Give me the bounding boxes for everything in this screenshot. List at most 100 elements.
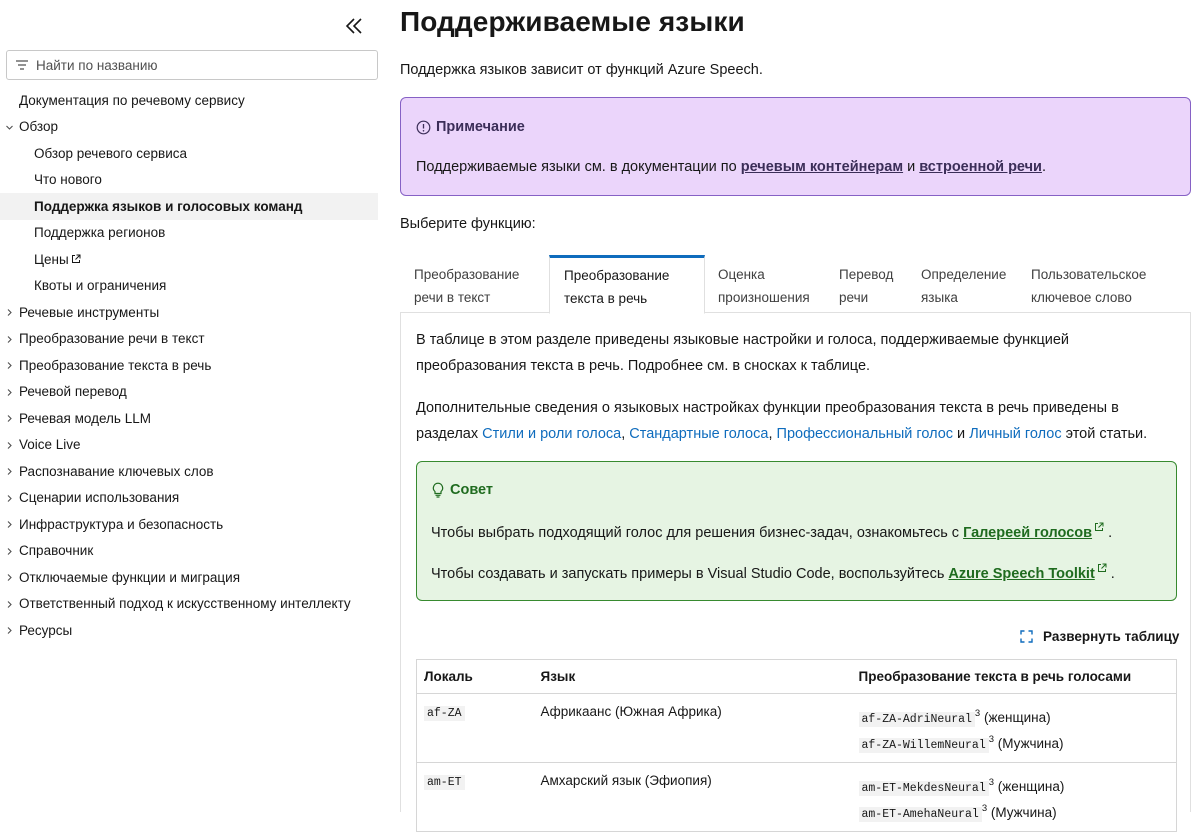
voice-name: am-ET-MekdesNeural bbox=[858, 781, 989, 796]
sidebar-item[interactable]: Ресурсы bbox=[0, 617, 378, 644]
chevron-right-icon bbox=[7, 441, 12, 449]
sidebar-item[interactable]: Цены bbox=[0, 246, 378, 273]
column-header-voices: Преобразование текста в речь голосами bbox=[851, 659, 1177, 694]
intro-text: Поддержка языков зависит от функций Azur… bbox=[400, 62, 763, 78]
sidebar-item-label: Сценарии использования bbox=[19, 490, 180, 506]
sidebar-item[interactable]: Что нового bbox=[0, 167, 378, 194]
sidebar-item-label: Справочник bbox=[19, 543, 94, 559]
note-text-before: Поддерживаемые языки см. в документации … bbox=[416, 159, 741, 175]
p2-text-after: этой статьи. bbox=[1061, 426, 1148, 442]
expand-icon bbox=[1020, 630, 1033, 643]
chevron-right-icon bbox=[7, 521, 12, 528]
locale-code: am-ET bbox=[424, 775, 465, 790]
filter-icon bbox=[16, 60, 28, 70]
sidebar-item[interactable]: Распознавание ключевых слов bbox=[0, 458, 378, 485]
chevron-right-icon bbox=[7, 574, 12, 581]
tab-label-line2: языка bbox=[921, 290, 958, 305]
panel-paragraph-1: В таблице в этом разделе приведены языко… bbox=[416, 332, 1070, 374]
chevron-right-icon bbox=[7, 388, 12, 396]
sidebar-item[interactable]: Документация по речевому сервису bbox=[0, 87, 378, 114]
sidebar-item[interactable]: Справочник bbox=[0, 538, 378, 565]
voice-styles-link[interactable]: Стили и роли голоса bbox=[482, 426, 621, 442]
sidebar-item-label: Поддержка регионов bbox=[34, 225, 166, 241]
info-icon bbox=[416, 120, 431, 134]
sidebar-item-label: Voice Live bbox=[19, 437, 81, 453]
sidebar-item[interactable]: Речевые инструменты bbox=[0, 299, 378, 326]
sidebar-item-label: Квоты и ограничения bbox=[34, 278, 167, 294]
note-title-label: Примечание bbox=[436, 119, 525, 135]
voice-name: am-ET-AmehaNeural bbox=[858, 807, 982, 822]
tip-line1-after: . bbox=[1104, 525, 1113, 541]
sidebar: Документация по речевому сервису Обзор Обз… bbox=[0, 0, 386, 806]
voices-cell: am-ET-MekdesNeural 3 (женщина) am-ET-Ameh… bbox=[851, 762, 1177, 832]
embedded-speech-link[interactable]: встроенной речи bbox=[919, 159, 1042, 175]
search-input[interactable] bbox=[36, 57, 366, 73]
sidebar-item[interactable]: Voice Live bbox=[0, 432, 378, 459]
voice-entry: af-ZA-AdriNeural 3 (женщина) bbox=[858, 704, 1170, 730]
sidebar-item[interactable]: Речевой перевод bbox=[0, 379, 378, 406]
language-cell: Амхарский язык (Эфиопия) bbox=[533, 762, 852, 832]
sidebar-item[interactable]: Обзор речевого сервиса bbox=[0, 140, 378, 167]
sidebar-item[interactable]: Квоты и ограничения bbox=[0, 273, 378, 300]
toc-list: Документация по речевому сервису Обзор Обз… bbox=[0, 87, 378, 644]
tip-line2-text: Чтобы создавать и запускать примеры в Vi… bbox=[431, 566, 949, 582]
sidebar-item-label: Речевые инструменты bbox=[19, 304, 160, 320]
expand-table-label: Развернуть таблицу bbox=[1043, 629, 1180, 644]
tab-label-line1: Перевод bbox=[839, 267, 894, 282]
tab-label-line2: текста в речь bbox=[564, 291, 648, 306]
tab-speech-to-text[interactable]: Преобразование речи в текст bbox=[400, 255, 533, 313]
collapse-sidebar-button[interactable] bbox=[344, 14, 366, 38]
sidebar-item-label: Речевой перевод bbox=[19, 384, 127, 400]
voice-gender: (Мужчина) bbox=[994, 736, 1064, 751]
sidebar-item[interactable]: Обзор bbox=[0, 114, 378, 141]
voices-cell: af-ZA-AdriNeural 3 (женщина) af-ZA-Willem… bbox=[851, 693, 1177, 763]
tip-line-2: Чтобы создавать и запускать примеры в Vi… bbox=[431, 563, 1115, 582]
tab-custom-keyword[interactable]: Пользовательское ключевое слово bbox=[1017, 255, 1160, 313]
sidebar-item-label: Преобразование текста в речь bbox=[19, 357, 212, 373]
table-row: af-ZA Африкаанс (Южная Африка) af-ZA-Adr… bbox=[416, 693, 1177, 763]
sidebar-item[interactable]: Преобразование текста в речь bbox=[0, 352, 378, 379]
sidebar-item[interactable]: Сценарии использования bbox=[0, 485, 378, 512]
tab-language-identification[interactable]: Определение языка bbox=[907, 255, 1020, 313]
table-row: am-ET Амхарский язык (Эфиопия) am-ET-Mek… bbox=[416, 762, 1177, 832]
sidebar-item[interactable]: Преобразование речи в текст bbox=[0, 326, 378, 353]
sidebar-item-label: Ресурсы bbox=[19, 622, 73, 638]
tab-label-line2: произношения bbox=[718, 290, 810, 305]
sidebar-item-label: Обзор речевого сервиса bbox=[34, 145, 188, 161]
professional-voice-link[interactable]: Профессиональный голос bbox=[777, 426, 954, 442]
azure-speech-toolkit-link[interactable]: Azure Speech Toolkit bbox=[948, 563, 1107, 582]
column-header-language: Язык bbox=[533, 659, 852, 694]
chevron-right-icon bbox=[7, 335, 12, 343]
tip-title-label: Совет bbox=[450, 482, 494, 498]
note-text-mid: и bbox=[903, 159, 920, 175]
sidebar-item-label: Цены bbox=[34, 251, 69, 267]
sidebar-item-label: Речевая модель LLM bbox=[19, 410, 151, 426]
voice-gallery-link[interactable]: Галереей голосов bbox=[963, 522, 1104, 541]
sidebar-item-label: Ответственный подход к искусственному ин… bbox=[19, 596, 351, 612]
standard-voices-link[interactable]: Стандартные голоса bbox=[629, 426, 768, 442]
sidebar-item[interactable]: Инфраструктура и безопасность bbox=[0, 511, 378, 538]
locale-cell: am-ET bbox=[416, 762, 534, 832]
p2-sep: и bbox=[953, 426, 970, 442]
personal-voice-link[interactable]: Личный голос bbox=[969, 426, 1061, 442]
tip-title: Совет bbox=[431, 482, 493, 498]
sidebar-item[interactable]: Поддержка регионов bbox=[0, 220, 378, 247]
speech-containers-link[interactable]: речевым контейнерам bbox=[741, 159, 903, 175]
sidebar-item[interactable]: Поддержка языков и голосовых команд bbox=[0, 193, 378, 220]
sidebar-item[interactable]: Ответственный подход к искусственному ин… bbox=[0, 591, 378, 618]
double-chevron-left-icon bbox=[345, 18, 362, 34]
sidebar-item[interactable]: Речевая модель LLM bbox=[0, 405, 378, 432]
tip-line2-after: . bbox=[1106, 566, 1115, 582]
sidebar-item-label: Распознавание ключевых слов bbox=[19, 463, 214, 479]
tab-speech-translation[interactable]: Перевод речи bbox=[825, 255, 907, 313]
tip-line1-text: Чтобы выбрать подходящий голос для решен… bbox=[431, 525, 964, 541]
sidebar-item[interactable]: Отключаемые функции и миграция bbox=[0, 564, 378, 591]
tab-text-to-speech[interactable]: Преобразование текста в речь bbox=[549, 255, 705, 314]
chevron-down-icon bbox=[6, 125, 13, 130]
sidebar-item-label: Что нового bbox=[34, 172, 102, 188]
expand-table-button[interactable]: Развернуть таблицу bbox=[1020, 629, 1179, 644]
external-link-icon bbox=[1095, 522, 1104, 531]
p2-sep: , bbox=[768, 426, 777, 442]
tab-pronunciation-assessment[interactable]: Оценка произношения bbox=[704, 255, 824, 313]
feature-tabs: Преобразование речи в текст Преобразовани… bbox=[400, 255, 1191, 314]
